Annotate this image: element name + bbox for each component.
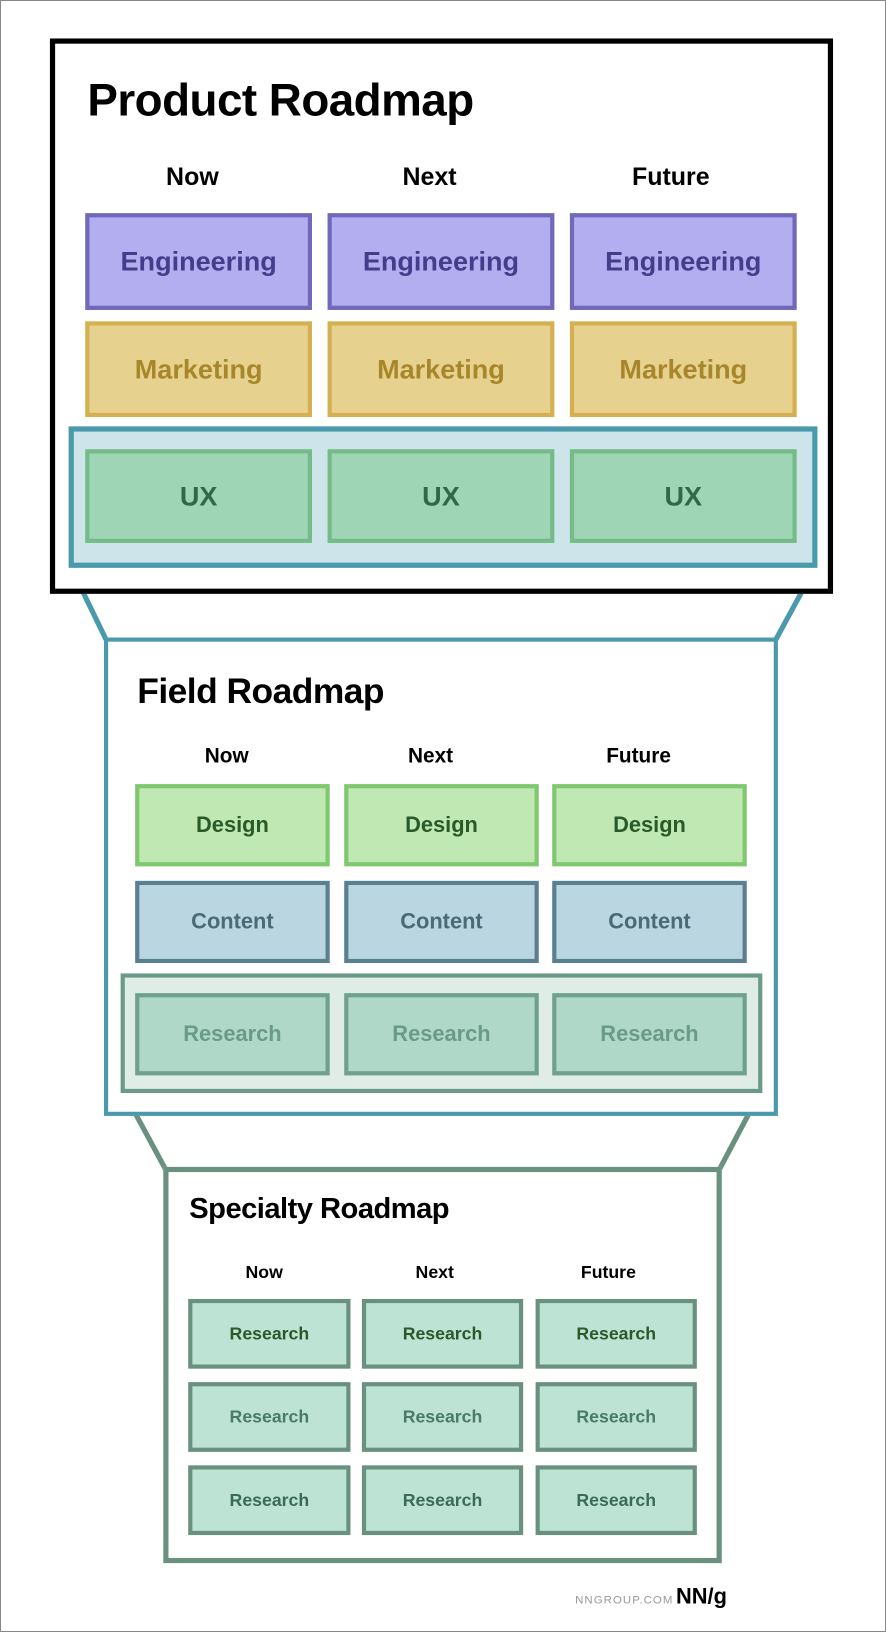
column-header-future: Future <box>631 163 710 192</box>
diagram: Product Roadmap Now Next Future Engineering E… <box>0 0 886 1633</box>
column-header-now: Now <box>166 163 219 192</box>
field-cell-design-next: Design <box>344 784 539 867</box>
field-cell-research-future: Research <box>552 993 747 1076</box>
field-cell-content-next: Content <box>344 880 539 964</box>
product-cell-ux-next: UX <box>327 449 555 543</box>
field-cell-design-future: Design <box>552 784 747 867</box>
field-cell-content-now: Content <box>135 880 330 964</box>
column-header-now: Now <box>204 744 249 768</box>
specialty-roadmap-title: Specialty Roadmap <box>189 1191 450 1225</box>
field-cell-content-future: Content <box>552 880 747 964</box>
specialty-cell-research-next: Research <box>361 1298 524 1369</box>
footer-url: NNGROUP.COM <box>575 1594 674 1607</box>
product-cell-marketing-now: Marketing <box>85 321 312 418</box>
column-header-future: Future <box>580 1262 636 1283</box>
nng-logo: NN/g <box>676 1584 727 1609</box>
column-header-next: Next <box>408 744 454 768</box>
product-cell-ux-future: UX <box>569 449 797 543</box>
product-cell-engineering-now: Engineering <box>85 213 312 310</box>
product-cell-marketing-future: Marketing <box>569 321 797 418</box>
field-cell-design-now: Design <box>135 784 330 867</box>
specialty-cell-research-now: Research <box>188 1465 351 1536</box>
product-cell-marketing-next: Marketing <box>327 321 555 418</box>
product-cell-ux-now: UX <box>85 449 312 543</box>
specialty-cell-research-next: Research <box>361 1465 524 1536</box>
product-roadmap-title: Product Roadmap <box>87 74 474 126</box>
product-cell-engineering-next: Engineering <box>327 213 555 310</box>
field-cell-research-next: Research <box>344 993 539 1076</box>
specialty-cell-research-future: Research <box>535 1382 697 1452</box>
specialty-cell-research-future: Research <box>535 1298 697 1369</box>
specialty-cell-research-next: Research <box>361 1382 524 1452</box>
field-cell-research-now: Research <box>135 993 330 1076</box>
column-header-next: Next <box>402 163 457 192</box>
specialty-cell-research-now: Research <box>188 1298 351 1369</box>
column-header-next: Next <box>415 1262 454 1283</box>
field-roadmap-title: Field Roadmap <box>137 671 384 712</box>
column-header-future: Future <box>606 744 671 768</box>
specialty-cell-research-now: Research <box>188 1382 351 1452</box>
product-cell-engineering-future: Engineering <box>569 213 797 310</box>
column-header-now: Now <box>245 1262 283 1283</box>
specialty-cell-research-future: Research <box>535 1465 697 1536</box>
